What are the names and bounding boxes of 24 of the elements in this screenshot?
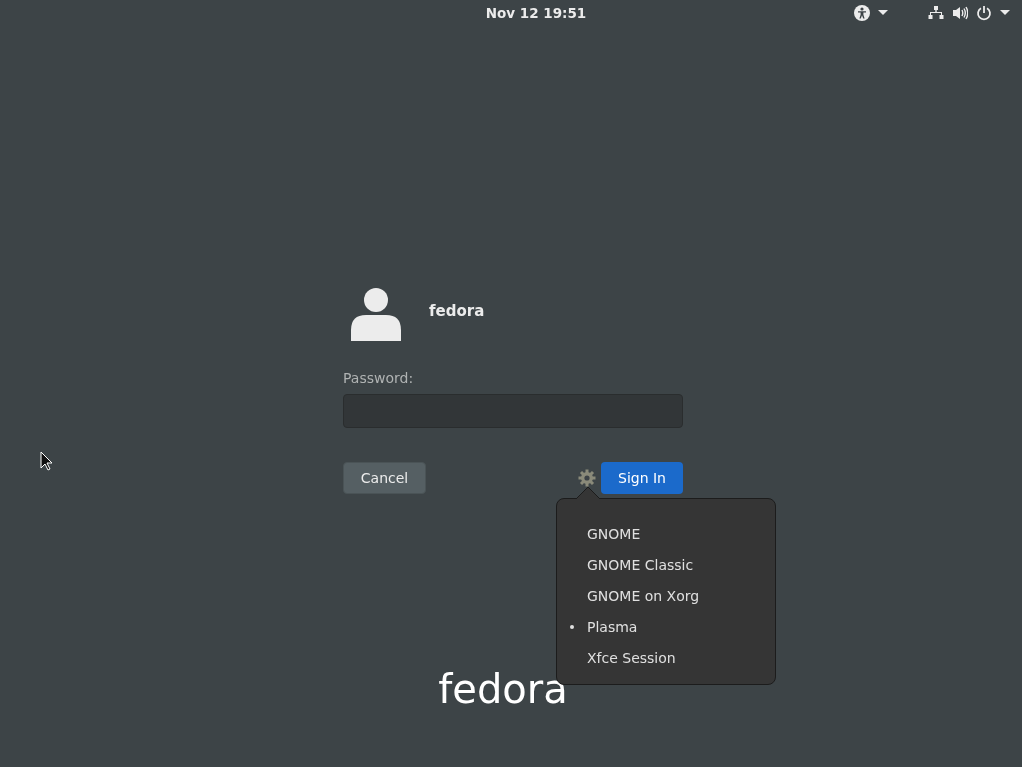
settings-icon[interactable] (578, 469, 596, 487)
clock[interactable]: Nov 12 19:51 (485, 5, 587, 21)
session-name: GNOME (587, 525, 641, 542)
sign-in-button[interactable]: Sign In (601, 462, 683, 494)
mouse-pointer-icon (40, 451, 54, 471)
accessibility-icon[interactable] (854, 5, 870, 21)
user-avatar-icon (351, 288, 401, 341)
power-icon[interactable] (976, 5, 992, 21)
caret-icon[interactable] (878, 10, 888, 16)
session-menu-item[interactable]: GNOME on Xorg (557, 580, 775, 611)
session-name: Plasma (587, 618, 638, 635)
volume-icon[interactable] (952, 5, 968, 21)
session-name: Xfce Session (587, 649, 676, 666)
session-menu-item[interactable]: GNOME Classic (557, 549, 775, 580)
user-name: fedora (429, 301, 485, 320)
password-field[interactable] (343, 394, 683, 428)
cancel-button[interactable]: Cancel (343, 462, 426, 494)
session-name: GNOME on Xorg (587, 587, 700, 604)
network-icon[interactable] (928, 5, 944, 21)
session-name: GNOME Classic (587, 556, 694, 573)
caret-icon[interactable] (1000, 10, 1010, 16)
session-menu-item[interactable]: GNOME (557, 518, 775, 549)
password-label: Password: (343, 370, 415, 386)
session-menu-item[interactable]: Plasma (557, 611, 775, 642)
